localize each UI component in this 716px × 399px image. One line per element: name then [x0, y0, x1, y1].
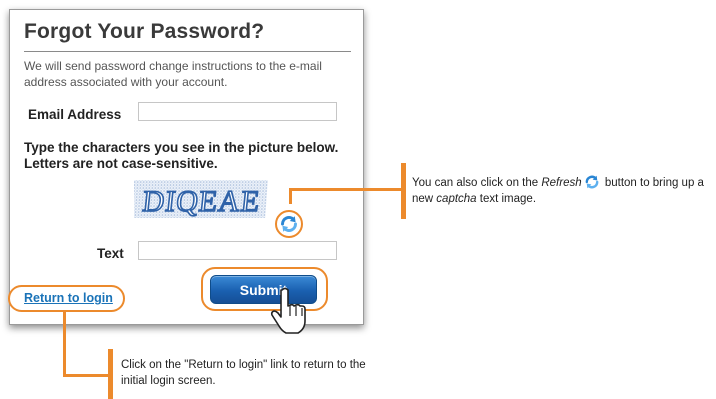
- login-callout-connector: [63, 374, 111, 377]
- refresh-callout-italic: captcha: [436, 193, 477, 205]
- refresh-icon: [585, 175, 599, 189]
- captcha-instructions: Type the characters you see in the pictu…: [24, 140, 339, 171]
- hand-cursor-icon: [270, 287, 306, 334]
- refresh-callout-connector: [292, 188, 404, 191]
- refresh-callout-part: You can also click on the: [412, 177, 542, 189]
- login-callout-connector-down: [63, 312, 66, 377]
- refresh-callout-part: text image.: [476, 193, 537, 205]
- page-title: Forgot Your Password?: [24, 20, 265, 43]
- refresh-callout-connector-down: [289, 188, 292, 204]
- return-link-highlight: [8, 285, 125, 312]
- captcha-characters: DIQEAE: [141, 184, 262, 218]
- refresh-button[interactable]: [275, 210, 303, 238]
- text-label: Text: [97, 246, 124, 261]
- refresh-callout-bar: [401, 163, 406, 219]
- email-label: Email Address: [28, 107, 122, 122]
- refresh-callout: You can also click on the Refresh button…: [412, 174, 712, 207]
- login-callout: Click on the "Return to login" link to r…: [121, 359, 366, 387]
- email-field[interactable]: [138, 102, 337, 121]
- title-divider: [24, 51, 351, 52]
- captcha-image: DIQEAE: [134, 180, 268, 219]
- refresh-callout-italic: Refresh: [541, 177, 582, 189]
- intro-text: We will send password change instruction…: [24, 59, 322, 89]
- refresh-icon: [280, 216, 298, 232]
- captcha-text-field[interactable]: [138, 241, 337, 260]
- login-callout-bar: [108, 349, 113, 399]
